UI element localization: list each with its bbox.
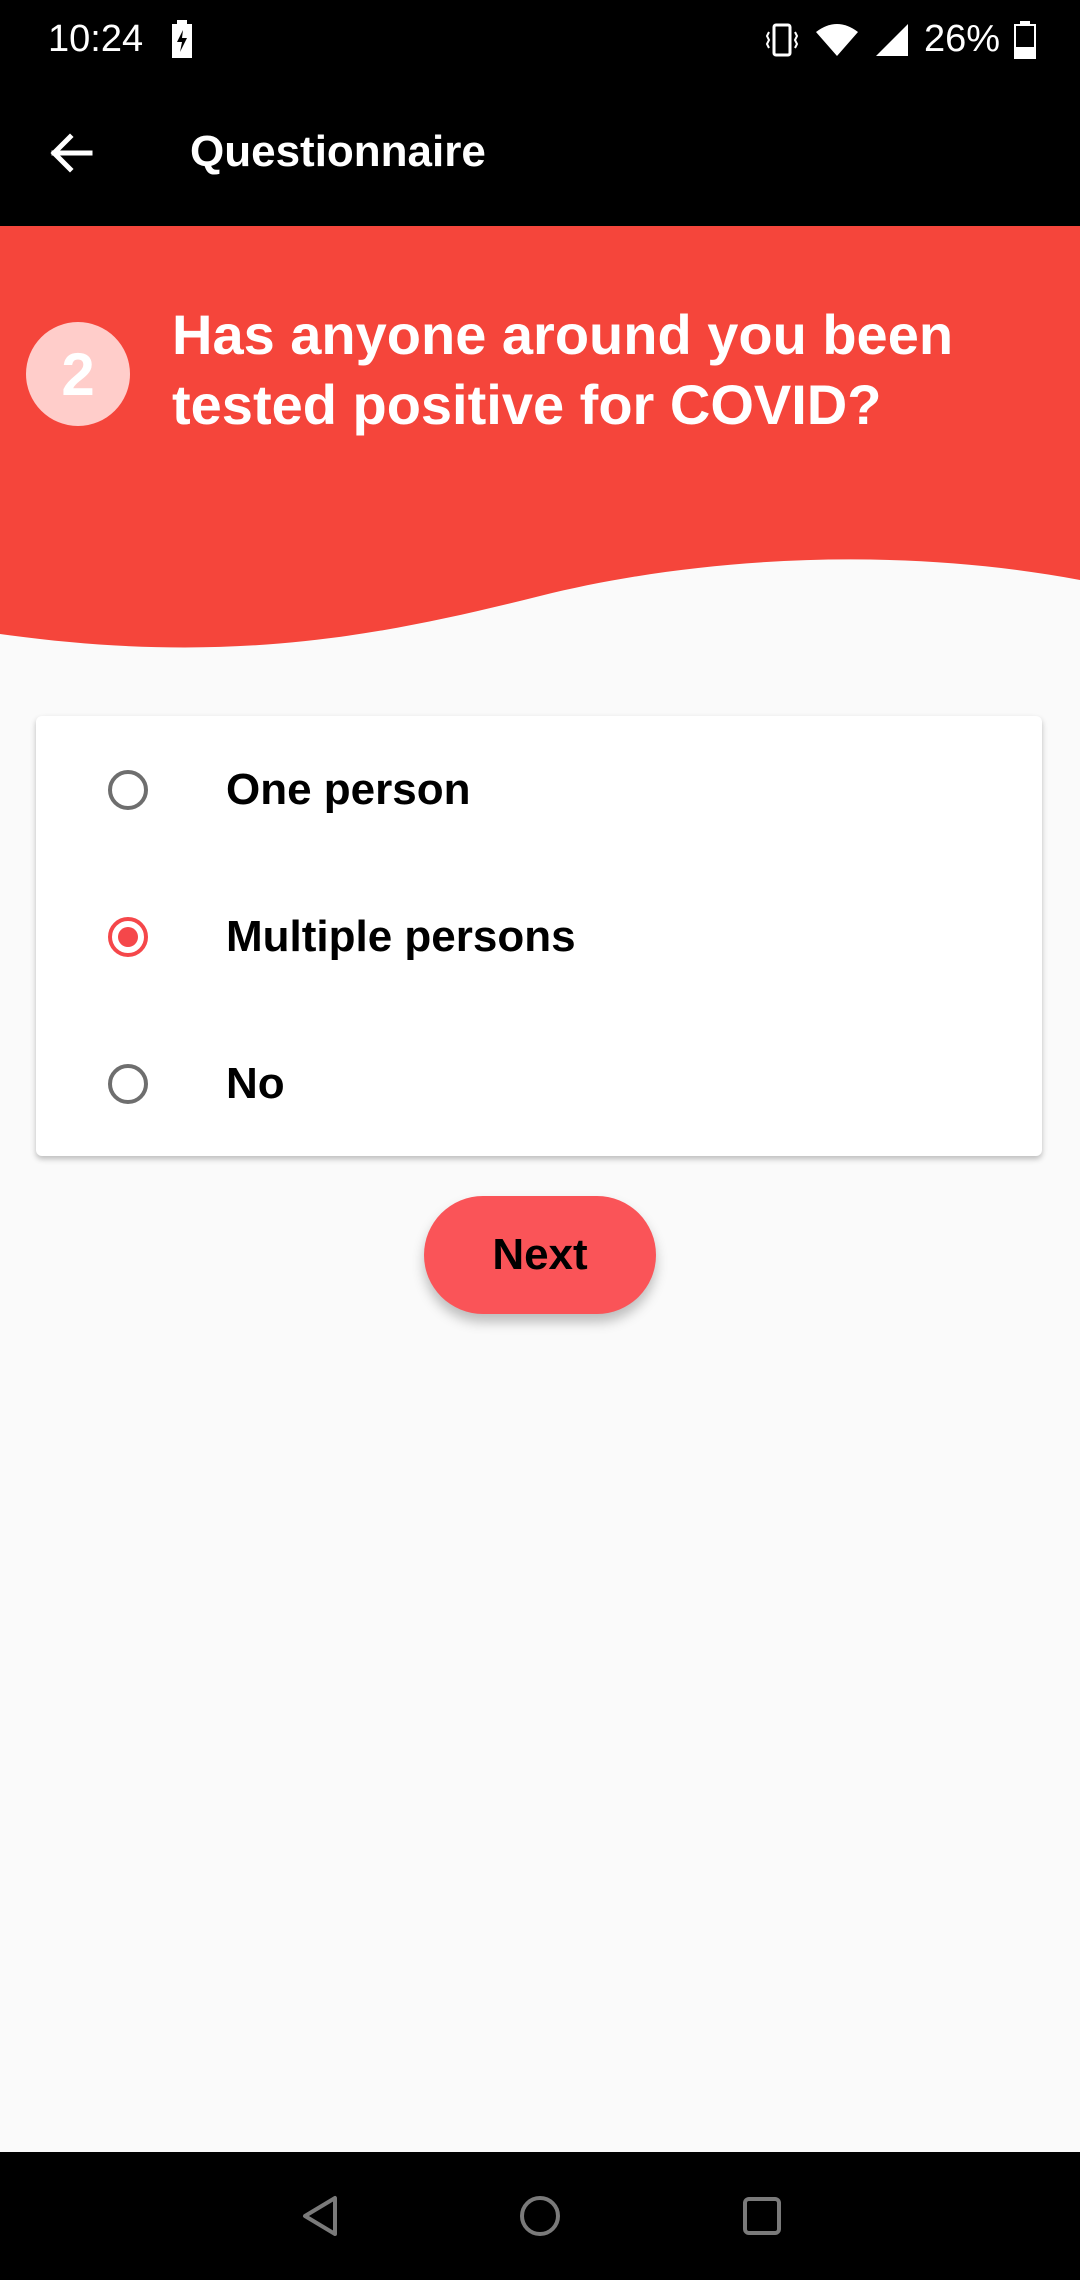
option-label: One person (226, 764, 471, 814)
option-multiple-persons[interactable]: Multiple persons (36, 863, 1042, 1010)
home-circle-icon[interactable] (514, 2190, 566, 2242)
page-title: Questionnaire (190, 127, 486, 176)
question-number-badge: 2 (26, 322, 130, 426)
next-button[interactable]: Next (424, 1196, 656, 1314)
option-label: Multiple persons (226, 911, 576, 961)
battery-charging-icon (172, 20, 192, 58)
cell-signal-icon (875, 23, 908, 56)
option-one-person[interactable]: One person (36, 716, 1042, 863)
navigation-bar (0, 2152, 1080, 2280)
back-triangle-icon[interactable] (295, 2190, 347, 2242)
status-icons: 26% (764, 18, 1036, 61)
battery-icon (1014, 20, 1036, 59)
app-bar: Questionnaire (0, 80, 1080, 226)
radio-button[interactable] (108, 1063, 148, 1104)
recents-square-icon[interactable] (736, 2190, 788, 2242)
option-label: No (226, 1058, 285, 1108)
header-wave-background (0, 226, 1080, 648)
options-card: One person Multiple persons No (36, 716, 1042, 1156)
status-time: 10:24 (48, 18, 144, 60)
question-text: Has anyone around you been tested positi… (172, 303, 954, 436)
arrow-back-icon[interactable] (44, 125, 100, 181)
battery-percent: 26% (923, 18, 1000, 60)
radio-button-selected[interactable] (108, 916, 148, 957)
status-bar: 10:24 26% (0, 0, 1080, 80)
wifi-icon (815, 23, 858, 56)
option-no[interactable]: No (36, 1010, 1042, 1157)
radio-button[interactable] (108, 769, 148, 810)
vibrate-icon (765, 23, 799, 56)
